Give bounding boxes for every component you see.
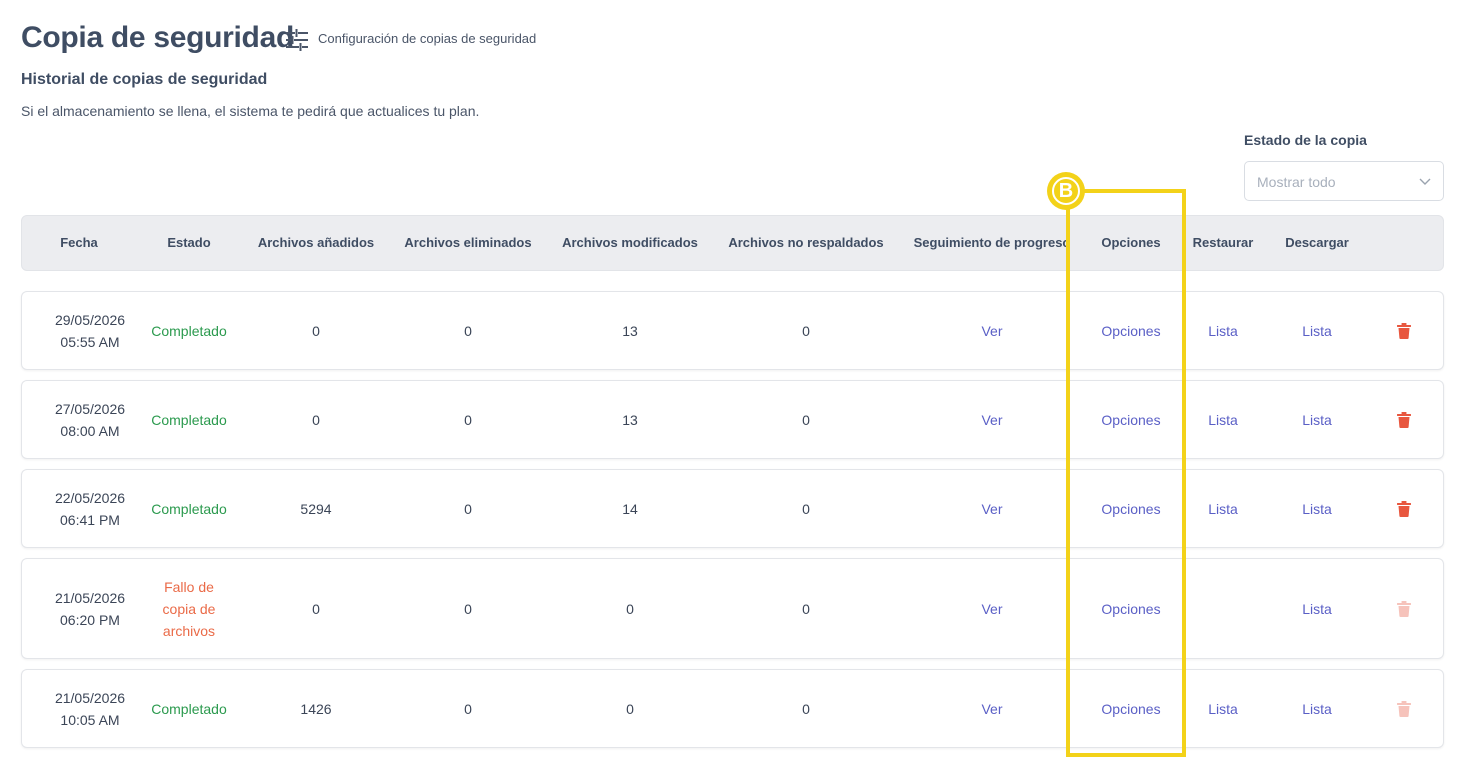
trash-icon xyxy=(1397,600,1411,617)
table-row: 27/05/2026 08:00 AM Completado 0 0 13 0 V… xyxy=(21,380,1444,459)
files-added: 5294 xyxy=(300,500,332,517)
table-row: 21/05/2026 10:05 AM Completado 1426 0 0 0… xyxy=(21,669,1444,748)
files-added: 0 xyxy=(312,600,320,617)
sliders-icon[interactable] xyxy=(286,29,308,51)
trash-icon[interactable] xyxy=(1397,500,1411,517)
progress-view-link[interactable]: Ver xyxy=(981,598,1002,620)
row-date: 29/05/2026 xyxy=(54,311,126,328)
row-date: 21/05/2026 xyxy=(54,589,126,606)
options-link[interactable]: Opciones xyxy=(1101,320,1160,342)
history-description: Si el almacenamiento se llena, el sistem… xyxy=(21,103,480,119)
row-date: 27/05/2026 xyxy=(54,400,126,417)
status-badge: Completado xyxy=(151,322,227,339)
status-badge: Fallo de copia de archivos xyxy=(162,578,216,639)
files-not-backed: 0 xyxy=(802,500,810,517)
restore-link[interactable]: Lista xyxy=(1208,320,1238,342)
row-date: 21/05/2026 xyxy=(54,689,126,706)
download-link[interactable]: Lista xyxy=(1302,409,1332,431)
status-filter-label: Estado de la copia xyxy=(1244,132,1367,148)
column-header-added: Archivos añadidos xyxy=(257,235,375,250)
date-cell: 21/05/2026 06:20 PM xyxy=(55,587,125,631)
files-deleted: 0 xyxy=(464,500,472,517)
table-row: 29/05/2026 05:55 AM Completado 0 0 13 0 V… xyxy=(21,291,1444,370)
date-cell: 22/05/2026 06:41 PM xyxy=(55,487,125,531)
row-date: 22/05/2026 xyxy=(54,489,126,506)
row-time: 06:20 PM xyxy=(60,611,120,628)
files-not-backed: 0 xyxy=(802,700,810,717)
options-link[interactable]: Opciones xyxy=(1101,598,1160,620)
restore-link[interactable]: Lista xyxy=(1208,498,1238,520)
files-not-backed: 0 xyxy=(802,322,810,339)
column-header-deleted: Archivos eliminados xyxy=(404,235,532,250)
files-added: 0 xyxy=(312,322,320,339)
column-header-modified: Archivos modificados xyxy=(562,235,698,250)
files-not-backed: 0 xyxy=(802,600,810,617)
files-modified: 0 xyxy=(626,700,634,717)
files-not-backed: 0 xyxy=(802,411,810,428)
files-modified: 0 xyxy=(626,600,634,617)
table-header: Fecha Estado Archivos añadidos Archivos … xyxy=(21,215,1444,271)
annotation-badge-label: B xyxy=(1052,177,1080,205)
date-cell: 27/05/2026 08:00 AM xyxy=(55,398,125,442)
progress-view-link[interactable]: Ver xyxy=(981,498,1002,520)
options-link[interactable]: Opciones xyxy=(1101,409,1160,431)
column-header-options: Opciones xyxy=(1101,235,1161,250)
options-link[interactable]: Opciones xyxy=(1101,698,1160,720)
progress-view-link[interactable]: Ver xyxy=(981,409,1002,431)
download-link[interactable]: Lista xyxy=(1302,498,1332,520)
row-time: 06:41 PM xyxy=(60,511,120,528)
download-link[interactable]: Lista xyxy=(1302,598,1332,620)
files-deleted: 0 xyxy=(464,700,472,717)
files-added: 0 xyxy=(312,411,320,428)
files-added: 1426 xyxy=(300,700,332,717)
options-link[interactable]: Opciones xyxy=(1101,498,1160,520)
table-row: 22/05/2026 06:41 PM Completado 5294 0 14 … xyxy=(21,469,1444,548)
trash-icon[interactable] xyxy=(1397,322,1411,339)
column-header-status: Estado xyxy=(167,235,211,250)
trash-icon xyxy=(1397,700,1411,717)
row-time: 08:00 AM xyxy=(60,422,120,439)
restore-link[interactable]: Lista xyxy=(1208,409,1238,431)
download-link[interactable]: Lista xyxy=(1302,698,1332,720)
date-cell: 29/05/2026 05:55 AM xyxy=(55,309,125,353)
files-deleted: 0 xyxy=(464,322,472,339)
column-header-restore: Restaurar xyxy=(1192,235,1254,250)
files-modified: 13 xyxy=(622,411,638,428)
files-modified: 14 xyxy=(622,500,638,517)
files-deleted: 0 xyxy=(464,600,472,617)
status-badge: Completado xyxy=(151,411,227,428)
status-badge: Completado xyxy=(151,700,227,717)
restore-link[interactable]: Lista xyxy=(1208,698,1238,720)
table-row: 21/05/2026 06:20 PM Fallo de copia de arc… xyxy=(21,558,1444,659)
chevron-down-icon xyxy=(1419,178,1431,185)
column-header-not-backed: Archivos no respaldados xyxy=(728,235,884,250)
column-header-progress: Seguimiento de progreso xyxy=(913,235,1071,250)
download-link[interactable]: Lista xyxy=(1302,320,1332,342)
page-title: Copia de seguridad xyxy=(21,21,294,54)
history-title: Historial de copias de seguridad xyxy=(21,71,268,88)
backup-settings-link[interactable]: Configuración de copias de seguridad xyxy=(318,31,536,46)
date-cell: 21/05/2026 10:05 AM xyxy=(55,687,125,731)
row-time: 05:55 AM xyxy=(60,333,120,350)
trash-icon[interactable] xyxy=(1397,411,1411,428)
column-header-download: Descargar xyxy=(1285,235,1349,250)
column-header-date: Fecha xyxy=(60,235,98,250)
progress-view-link[interactable]: Ver xyxy=(981,320,1002,342)
annotation-badge: B xyxy=(1047,172,1085,210)
files-deleted: 0 xyxy=(464,411,472,428)
status-badge: Completado xyxy=(151,500,227,517)
row-time: 10:05 AM xyxy=(60,711,120,728)
progress-view-link[interactable]: Ver xyxy=(981,698,1002,720)
status-filter-value: Mostrar todo xyxy=(1257,174,1336,190)
files-modified: 13 xyxy=(622,322,638,339)
status-filter-select[interactable]: Mostrar todo xyxy=(1244,161,1444,201)
